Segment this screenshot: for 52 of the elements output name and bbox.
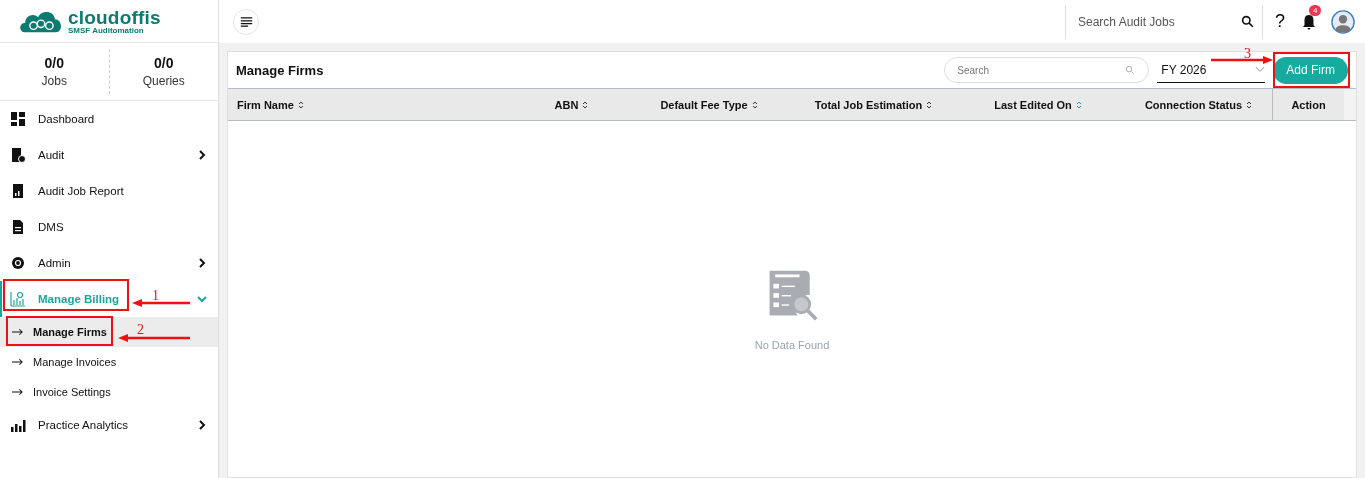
menu-icon (239, 16, 253, 27)
chart-icon (10, 291, 26, 307)
search-field[interactable]: Search (944, 57, 1150, 83)
chevron-right-icon (196, 149, 208, 161)
stat-value: 0/0 (44, 55, 64, 71)
column-header[interactable]: Last Edited On (951, 89, 1116, 120)
submenu-item[interactable]: Manage Invoices (0, 347, 218, 377)
bar-chart-icon (10, 417, 26, 433)
search-icon (1125, 65, 1136, 75)
chevron-down-icon (196, 293, 208, 305)
avatar-icon[interactable] (1331, 9, 1355, 34)
submenu-item[interactable]: Invoice Settings (0, 377, 218, 407)
column-header[interactable]: Firm Name (228, 89, 512, 120)
notification-badge: 4 (1309, 4, 1322, 16)
bell-icon[interactable] (1301, 13, 1317, 30)
chevron-down-icon (1255, 66, 1266, 73)
help-button[interactable]: ? (1263, 11, 1297, 32)
document-icon (10, 219, 26, 235)
empty-message: No Data Found (754, 339, 830, 351)
search-icon (1241, 15, 1254, 28)
gear-icon (10, 255, 26, 271)
menu-button[interactable] (233, 8, 259, 35)
column-header[interactable]: ABN (512, 89, 622, 120)
logo-name: cloudoffis (68, 7, 161, 27)
annotation-arrow (118, 334, 190, 342)
annotation-arrow (132, 299, 190, 307)
menu-item[interactable]: Dashboard (0, 101, 218, 137)
chart-icon (10, 183, 26, 199)
menu-item[interactable]: Practice Analytics (0, 407, 218, 443)
annotation-number: 1 (152, 288, 159, 304)
stat-label: Queries (142, 74, 185, 88)
menu-item[interactable]: DMS (0, 209, 218, 245)
column-header[interactable]: Total Job Estimation (787, 89, 951, 120)
menu-item[interactable]: Audit Job Report (0, 173, 218, 209)
column-header[interactable]: Default Fee Type (622, 89, 787, 120)
column-header[interactable]: Connection Status (1116, 89, 1272, 120)
document-icon (10, 147, 26, 163)
arrow-icon (12, 358, 23, 366)
stat-value: 0/0 (154, 55, 174, 71)
page-title: Manage Firms (236, 62, 324, 78)
arrow-icon (12, 328, 23, 336)
arrow-icon (12, 388, 23, 396)
stat-label: Jobs (41, 74, 67, 88)
scrollbar[interactable] (1344, 89, 1356, 120)
annotation-arrow (1211, 56, 1273, 64)
chevron-right-icon (196, 419, 208, 431)
chevron-right-icon (196, 257, 208, 269)
dashboard-icon (10, 111, 26, 127)
annotation-number: 2 (137, 322, 144, 338)
menu-item[interactable]: Admin (0, 245, 218, 281)
menu-item[interactable]: Audit (0, 137, 218, 173)
logo-tagline: SMSF Auditomation (68, 26, 145, 35)
